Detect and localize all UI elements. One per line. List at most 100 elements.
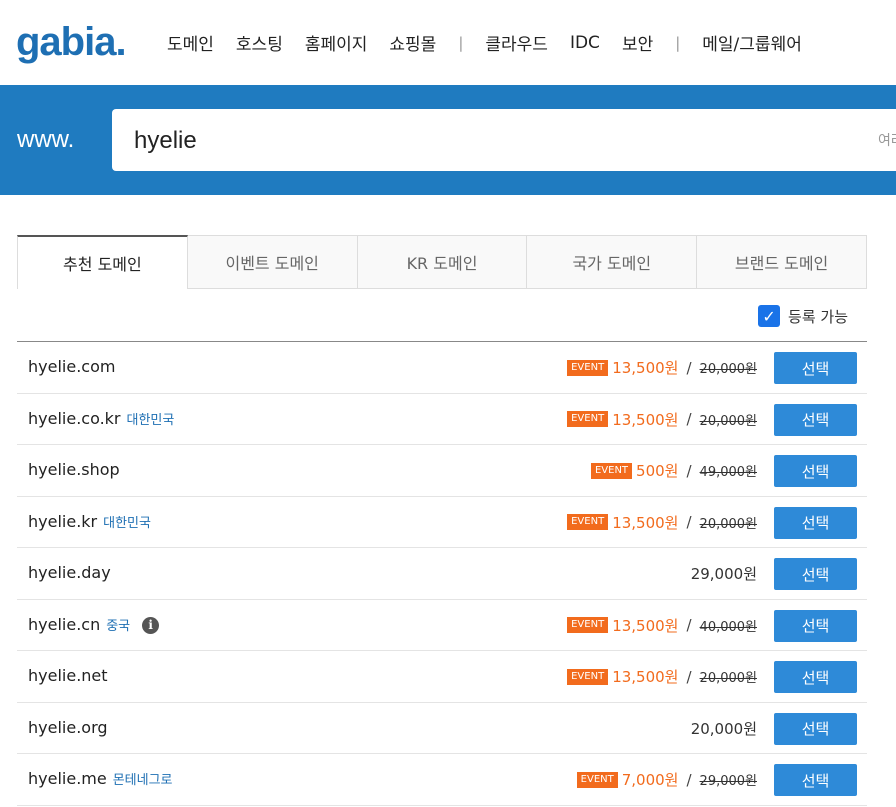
- available-checkbox[interactable]: ✓: [758, 305, 781, 327]
- event-badge: EVENT: [567, 411, 609, 427]
- event-badge: EVENT: [567, 668, 609, 685]
- domain-list: hyelie.com EVENT 13,500원/20,000원 선택 hyelie.c…: [17, 341, 867, 806]
- price-separator: /: [686, 770, 692, 789]
- price-area: EVENT 13,500원 / 20,000원: [567, 357, 757, 378]
- nav-cloud[interactable]: 클라우드: [485, 30, 548, 55]
- sale-price: 500원: [636, 462, 679, 480]
- nav-homepage[interactable]: 홈페이지: [305, 30, 368, 55]
- domain-name: hyelie.day: [28, 563, 111, 582]
- domain-name: hyelie.net: [28, 666, 108, 685]
- tab-brand[interactable]: 브랜드 도메인: [697, 235, 867, 289]
- domain-name-text: hyelie.net: [28, 666, 108, 685]
- original-price: 20,000원: [699, 671, 757, 686]
- domain-country: 대한민국: [103, 515, 151, 531]
- domain-name-text: hyelie.cn: [28, 614, 101, 634]
- nav-security[interactable]: 보안: [622, 30, 653, 55]
- original-price: 20,000원: [699, 516, 757, 532]
- nav-mail-groupware[interactable]: 메일/그룹웨어: [702, 30, 802, 55]
- event-badge: EVENT: [567, 359, 609, 376]
- select-button[interactable]: 선택: [774, 403, 857, 436]
- main-nav: 도메인 호스팅 홈페이지 쇼핑몰 | 클라우드 IDC 보안 | 메일/그룹웨어: [167, 30, 824, 56]
- original-price: 20,000원: [699, 413, 757, 429]
- domain-country: 중국: [106, 618, 131, 634]
- search-band: www. 여러: [0, 85, 896, 195]
- sale-price: 13,500원: [612, 410, 679, 429]
- price-area: EVENT 13,500원 / 40,000원: [567, 615, 757, 636]
- original-price: 49,000원: [699, 465, 757, 480]
- sale-price: 13,500원: [612, 616, 679, 635]
- domain-row: hyelie.me 몬테네그로 EVENT 7,000원 / 29,000원 선택: [17, 754, 867, 806]
- price-separator: /: [686, 616, 692, 634]
- select-button[interactable]: 선택: [774, 506, 857, 539]
- search-box[interactable]: 여러: [112, 109, 896, 173]
- domain-name-text: hyelie.day: [28, 563, 111, 582]
- domain-search-input[interactable]: [132, 109, 836, 173]
- domain-name-text: hyelie.me: [28, 769, 107, 788]
- available-label: 등록 가능: [788, 307, 848, 326]
- gabia-logo[interactable]: gabia.: [16, 20, 127, 64]
- domain-country: 몬테네그로: [112, 773, 173, 788]
- regular-price: 29,000원: [690, 565, 757, 583]
- nav-hosting[interactable]: 호스팅: [236, 30, 283, 55]
- nav-idc[interactable]: IDC: [570, 33, 600, 53]
- domain-row: hyelie.day 29,000원 선택: [17, 548, 867, 600]
- event-badge: EVENT: [590, 462, 633, 479]
- site-header: gabia. 도메인 호스팅 홈페이지 쇼핑몰 | 클라우드 IDC 보안 | …: [0, 0, 896, 85]
- price-area: EVENT 13,500원 / 20,000원: [567, 666, 757, 687]
- tab-country[interactable]: 국가 도메인: [527, 235, 698, 289]
- sale-price: 13,500원: [612, 359, 679, 377]
- price-separator: /: [686, 667, 692, 686]
- available-filter[interactable]: ✓ 등록 가능: [758, 305, 848, 327]
- info-icon[interactable]: i: [142, 616, 160, 634]
- select-button[interactable]: 선택: [774, 352, 857, 384]
- select-button[interactable]: 선택: [774, 558, 857, 590]
- domain-name: hyelie.cn 중국 i: [28, 614, 160, 634]
- event-badge: EVENT: [567, 617, 609, 633]
- domain-name-text: hyelie.shop: [28, 460, 120, 479]
- domain-row: hyelie.com EVENT 13,500원 / 20,000원 선택: [17, 342, 867, 394]
- domain-row: hyelie.cn 중국 i EVENT 13,500원 / 40,000원 선택: [17, 600, 867, 651]
- price-area: EVENT 13,500원 / 20,000원: [567, 512, 757, 533]
- domain-name: hyelie.kr 대한민국: [28, 512, 151, 531]
- tab-kr[interactable]: KR 도메인: [357, 235, 528, 289]
- price-separator: /: [686, 461, 692, 480]
- select-button[interactable]: 선택: [774, 764, 857, 796]
- select-button[interactable]: 선택: [774, 661, 857, 693]
- price-separator: /: [686, 358, 692, 377]
- domain-row: hyelie.shop EVENT 500원 / 49,000원 선택: [17, 445, 867, 497]
- sale-price: 7,000원: [621, 771, 679, 789]
- search-hint: 여러: [878, 133, 896, 149]
- nav-shoppingmall[interactable]: 쇼핑몰: [389, 30, 436, 55]
- price-separator: /: [686, 410, 692, 428]
- select-button[interactable]: 선택: [774, 609, 857, 642]
- domain-name: hyelie.shop: [28, 460, 120, 479]
- domain-row: hyelie.org 20,000원 선택: [17, 703, 867, 754]
- domain-name: hyelie.org: [28, 718, 108, 737]
- original-price: 29,000원: [699, 774, 757, 789]
- select-button[interactable]: 선택: [774, 455, 857, 487]
- original-price: 40,000원: [699, 619, 757, 635]
- sale-price: 13,500원: [612, 668, 679, 686]
- domain-name: hyelie.com: [28, 357, 115, 376]
- domain-name-text: hyelie.co.kr: [28, 408, 121, 428]
- nav-domain[interactable]: 도메인: [167, 30, 214, 55]
- price-area: 29,000원: [691, 563, 757, 584]
- price-area: EVENT 13,500원 / 20,000원: [567, 409, 757, 430]
- domain-name-text: hyelie.org: [28, 717, 108, 737]
- price-area: EVENT 7,000원 / 29,000원: [576, 769, 757, 790]
- nav-divider: |: [458, 33, 464, 52]
- price-area: 20,000원: [691, 718, 757, 739]
- sale-price: 13,500원: [612, 513, 679, 532]
- nav-divider: |: [675, 33, 681, 52]
- select-button[interactable]: 선택: [774, 712, 857, 745]
- domain-tabs: 추천 도메인 이벤트 도메인 KR 도메인 국가 도메인 브랜드 도메인: [17, 235, 867, 289]
- tab-event[interactable]: 이벤트 도메인: [187, 235, 358, 289]
- tab-recommended[interactable]: 추천 도메인: [17, 235, 188, 289]
- domain-row: hyelie.kr 대한민국 EVENT 13,500원 / 20,000원 선택: [17, 497, 867, 548]
- event-badge: EVENT: [576, 771, 618, 788]
- price-area: EVENT 500원 / 49,000원: [590, 460, 757, 481]
- domain-name: hyelie.co.kr 대한민국: [28, 409, 174, 428]
- domain-name-text: hyelie.kr: [28, 511, 98, 531]
- domain-row: hyelie.net EVENT 13,500원 / 20,000원 선택: [17, 651, 867, 703]
- domain-country: 대한민국: [126, 412, 175, 428]
